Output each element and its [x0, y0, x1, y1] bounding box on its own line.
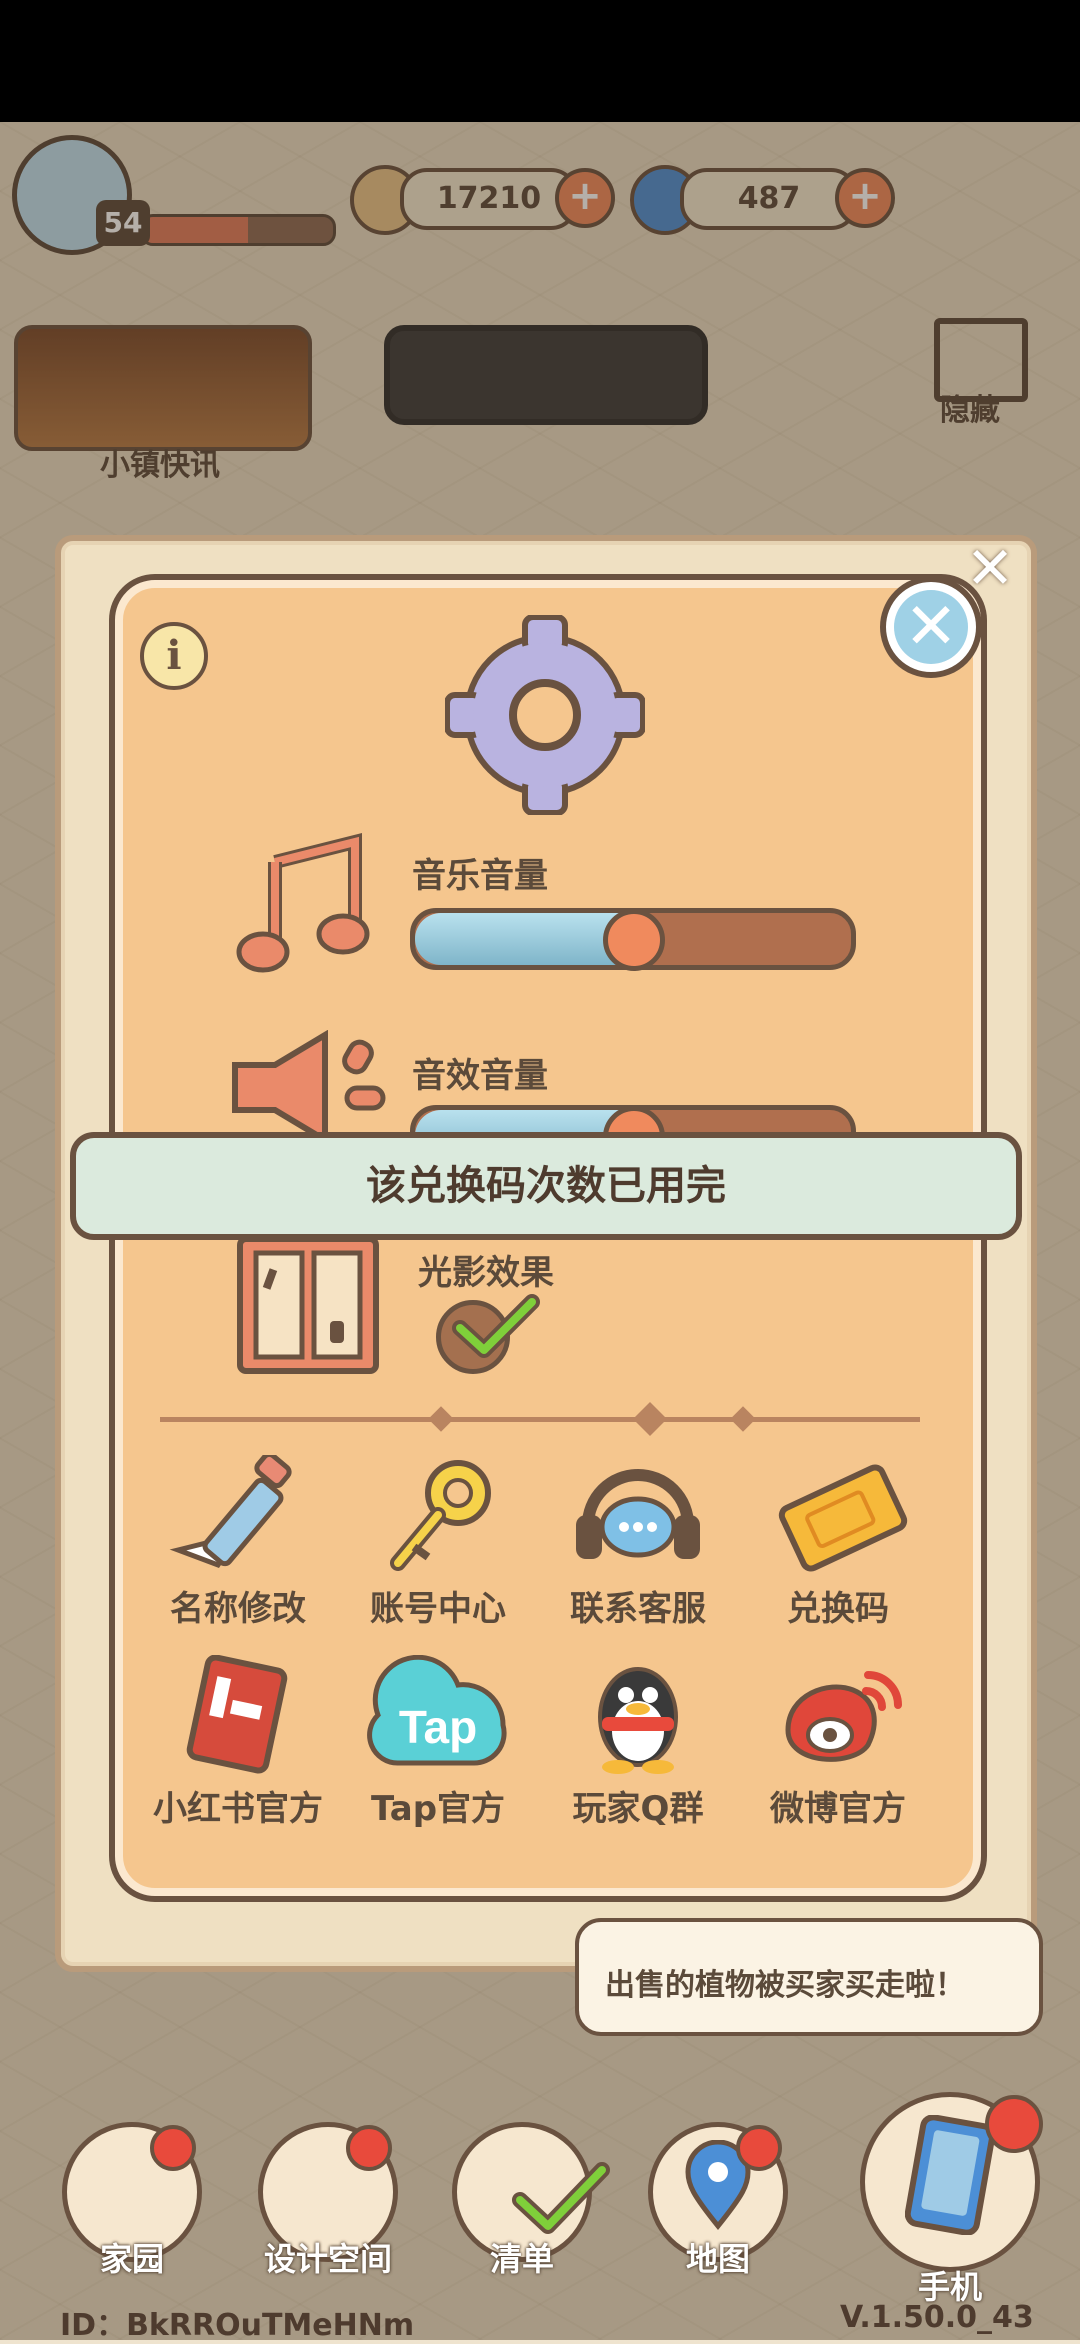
- pencil-icon: [169, 1455, 292, 1569]
- nav-design-space-label: 设计空间: [263, 2240, 392, 2278]
- check-icon: [452, 1294, 540, 1358]
- account-center-button[interactable]: 账号中心: [338, 1455, 538, 1630]
- nav-map-label: 地图: [685, 2240, 750, 2278]
- nav-checklist-label: 清单: [489, 2240, 554, 2278]
- phone-icon: [905, 2115, 995, 2235]
- music-volume-knob[interactable]: [603, 909, 665, 971]
- tap-official-label: Tap官方: [370, 1789, 506, 1829]
- nav-home-label: 家园: [99, 2240, 164, 2278]
- notification-badge: [150, 2125, 196, 2171]
- qq-penguin-icon: [598, 1667, 678, 1774]
- notification-badge: [346, 2125, 392, 2171]
- account-center-label: 账号中心: [370, 1589, 506, 1629]
- redeem-code-label: 兑换码: [787, 1589, 889, 1629]
- player-id: ID：BkRROuTMeHNm: [60, 2308, 415, 2343]
- divider: [160, 1417, 920, 1422]
- tap-icon: Tap: [367, 1655, 507, 1766]
- qq-group-button[interactable]: 玩家Q群: [538, 1655, 738, 1830]
- xiaohongshu-label: 小红书官方: [153, 1789, 323, 1829]
- svg-text:Tap: Tap: [399, 1701, 477, 1753]
- customer-service-button[interactable]: 联系客服: [538, 1455, 738, 1630]
- tap-official-button[interactable]: Tap Tap官方: [338, 1655, 538, 1830]
- ticket-icon: [778, 1464, 908, 1572]
- notification-text: 出售的植物被买家买走啦！: [605, 1968, 965, 2003]
- weibo-official-label: 微博官方: [770, 1789, 906, 1829]
- toast-message: 该兑换码次数已用完: [70, 1132, 1022, 1240]
- checklist-check-icon: [512, 2162, 610, 2234]
- weibo-icon: [785, 1671, 902, 1762]
- music-note-icon: [236, 833, 370, 973]
- xiaohongshu-button[interactable]: 小红书官方: [138, 1655, 338, 1830]
- lighting-effect-label: 光影效果: [418, 1253, 554, 1293]
- rename-label: 名称修改: [170, 1589, 306, 1629]
- weibo-official-button[interactable]: 微博官方: [738, 1655, 938, 1830]
- customer-service-label: 联系客服: [570, 1589, 706, 1629]
- music-volume-label: 音乐音量: [412, 856, 548, 896]
- rename-button[interactable]: 名称修改: [138, 1455, 338, 1630]
- notification-badge: [736, 2125, 782, 2171]
- close-button[interactable]: ✕: [880, 576, 982, 678]
- notification-badge: [985, 2095, 1043, 2153]
- music-volume-slider[interactable]: [410, 908, 856, 971]
- qq-group-label: 玩家Q群: [572, 1789, 704, 1829]
- app-version: V.1.50.0_43: [840, 2300, 1034, 2335]
- key-icon: [390, 1460, 491, 1571]
- headset-icon: [576, 1469, 700, 1559]
- status-bar: [0, 0, 1080, 122]
- info-icon[interactable]: i: [140, 622, 208, 690]
- music-volume-fill: [415, 913, 629, 965]
- sfx-volume-label: 音效音量: [412, 1056, 548, 1096]
- speaker-icon: [232, 1030, 386, 1140]
- window-icon: [237, 1236, 379, 1374]
- settings-gear-icon: [445, 615, 645, 815]
- xiaohongshu-icon: [186, 1655, 288, 1774]
- redeem-code-button[interactable]: 兑换码: [738, 1455, 938, 1630]
